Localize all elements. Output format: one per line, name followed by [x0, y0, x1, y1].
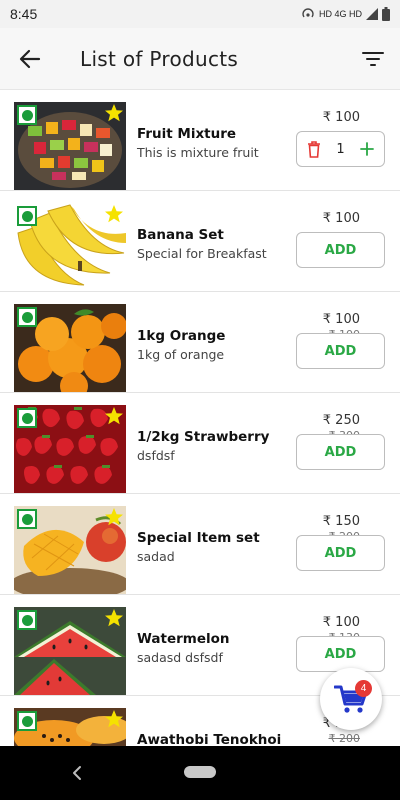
quantity-stepper: 1 [296, 131, 385, 167]
veg-indicator [17, 610, 37, 630]
product-name: Special Item set [137, 530, 260, 546]
product-image-fruit-mix [14, 102, 126, 190]
app-bar: List of Products [0, 28, 400, 90]
star-icon [105, 508, 123, 526]
back-button[interactable] [0, 28, 60, 90]
network-label: HD 4G HD [318, 9, 362, 19]
arrow-left-icon [19, 49, 41, 68]
delete-button[interactable] [303, 138, 325, 160]
product-info: 1/2kg Strawberry dsfdsf [137, 429, 297, 463]
product-description: dsfdsf [137, 448, 175, 463]
add-button[interactable]: ADD [296, 232, 385, 268]
product-name: Fruit Mixture [137, 126, 237, 142]
system-nav-bar [0, 746, 400, 800]
add-button[interactable]: ADD [296, 434, 385, 470]
product-price: ₹ 250 [322, 413, 360, 428]
product-price: ₹ 100 [322, 615, 360, 630]
product-row[interactable]: 1kg Orange 1kg of orange ₹ 100 ₹ 100 ADD [0, 292, 400, 393]
product-image-papaya [14, 708, 126, 746]
screen: 8:45 HD 4G HD List of Products Fruit Mix… [0, 0, 400, 800]
quantity-value: 1 [336, 141, 345, 157]
product-info: Watermelon sadasd dsfsdf [137, 631, 297, 665]
add-button[interactable]: ADD [296, 636, 385, 672]
signal-icon [366, 8, 378, 20]
star-icon [105, 710, 123, 728]
filter-icon [362, 52, 384, 66]
product-row[interactable]: Fruit Mixture This is mixture fruit ₹ 10… [0, 90, 400, 191]
add-button[interactable]: ADD [296, 535, 385, 571]
veg-indicator [17, 206, 37, 226]
product-name: Watermelon [137, 631, 230, 647]
product-info: Awathobi Tenokhoi [137, 732, 297, 746]
nav-home-pill[interactable] [184, 766, 216, 778]
star-icon [105, 104, 123, 122]
veg-indicator [17, 408, 37, 428]
star-icon [105, 407, 123, 425]
status-icons: HD 4G HD [301, 7, 390, 21]
product-name: Awathobi Tenokhoi [137, 732, 282, 746]
status-bar: 8:45 HD 4G HD [0, 0, 400, 28]
product-info: Banana Set Special for Breakfast [137, 227, 297, 261]
product-image-banana [14, 203, 126, 291]
price-block: ₹ 100 [323, 110, 360, 125]
nav-back-icon[interactable] [68, 762, 88, 784]
product-list: Fruit Mixture This is mixture fruit ₹ 10… [0, 90, 400, 746]
page-title: List of Products [80, 46, 239, 71]
product-row[interactable]: Special Item set sadad ₹ 150 ₹ 200 ADD [0, 494, 400, 595]
product-price: ₹ 100 [322, 312, 360, 327]
product-info: Special Item set sadad [137, 530, 297, 564]
product-description: sadad [137, 549, 175, 564]
hotspot-icon [302, 8, 314, 18]
status-time: 8:45 [10, 6, 38, 22]
product-image-orange [14, 304, 126, 392]
product-image-strawberry [14, 405, 126, 493]
product-price: ₹ 100 [322, 211, 360, 226]
price-block: ₹ 100 [323, 211, 360, 226]
veg-indicator [17, 711, 37, 731]
cart-button[interactable]: 4 [320, 668, 382, 730]
product-description: 1kg of orange [137, 347, 225, 362]
trash-icon [308, 140, 320, 158]
plus-icon [360, 142, 374, 156]
battery-icon [382, 7, 390, 21]
product-price: ₹ 100 [322, 110, 360, 125]
product-description: sadasd dsfsdf [137, 650, 223, 665]
product-description: Special for Breakfast [137, 246, 267, 261]
product-description: This is mixture fruit [137, 145, 259, 160]
product-price: ₹ 150 [322, 514, 360, 529]
product-mrp: ₹ 200 [328, 732, 361, 745]
star-icon [105, 205, 123, 223]
product-row[interactable]: Banana Set Special for Breakfast ₹ 100 A… [0, 191, 400, 292]
product-image-mango [14, 506, 126, 594]
star-icon [105, 609, 123, 627]
product-name: 1kg Orange [137, 328, 226, 344]
filter-button[interactable] [358, 44, 388, 74]
product-info: Fruit Mixture This is mixture fruit [137, 126, 297, 160]
increment-button[interactable] [356, 138, 378, 160]
product-name: Banana Set [137, 227, 224, 243]
product-row[interactable]: 1/2kg Strawberry dsfdsf ₹ 250 ₹ 300 ADD [0, 393, 400, 494]
product-name: 1/2kg Strawberry [137, 429, 270, 445]
veg-indicator [17, 307, 37, 327]
add-button[interactable]: ADD [296, 333, 385, 369]
veg-indicator [17, 509, 37, 529]
cart-count-badge: 4 [355, 680, 372, 697]
product-image-watermelon [14, 607, 126, 695]
veg-indicator [17, 105, 37, 125]
product-info: 1kg Orange 1kg of orange [137, 328, 297, 362]
